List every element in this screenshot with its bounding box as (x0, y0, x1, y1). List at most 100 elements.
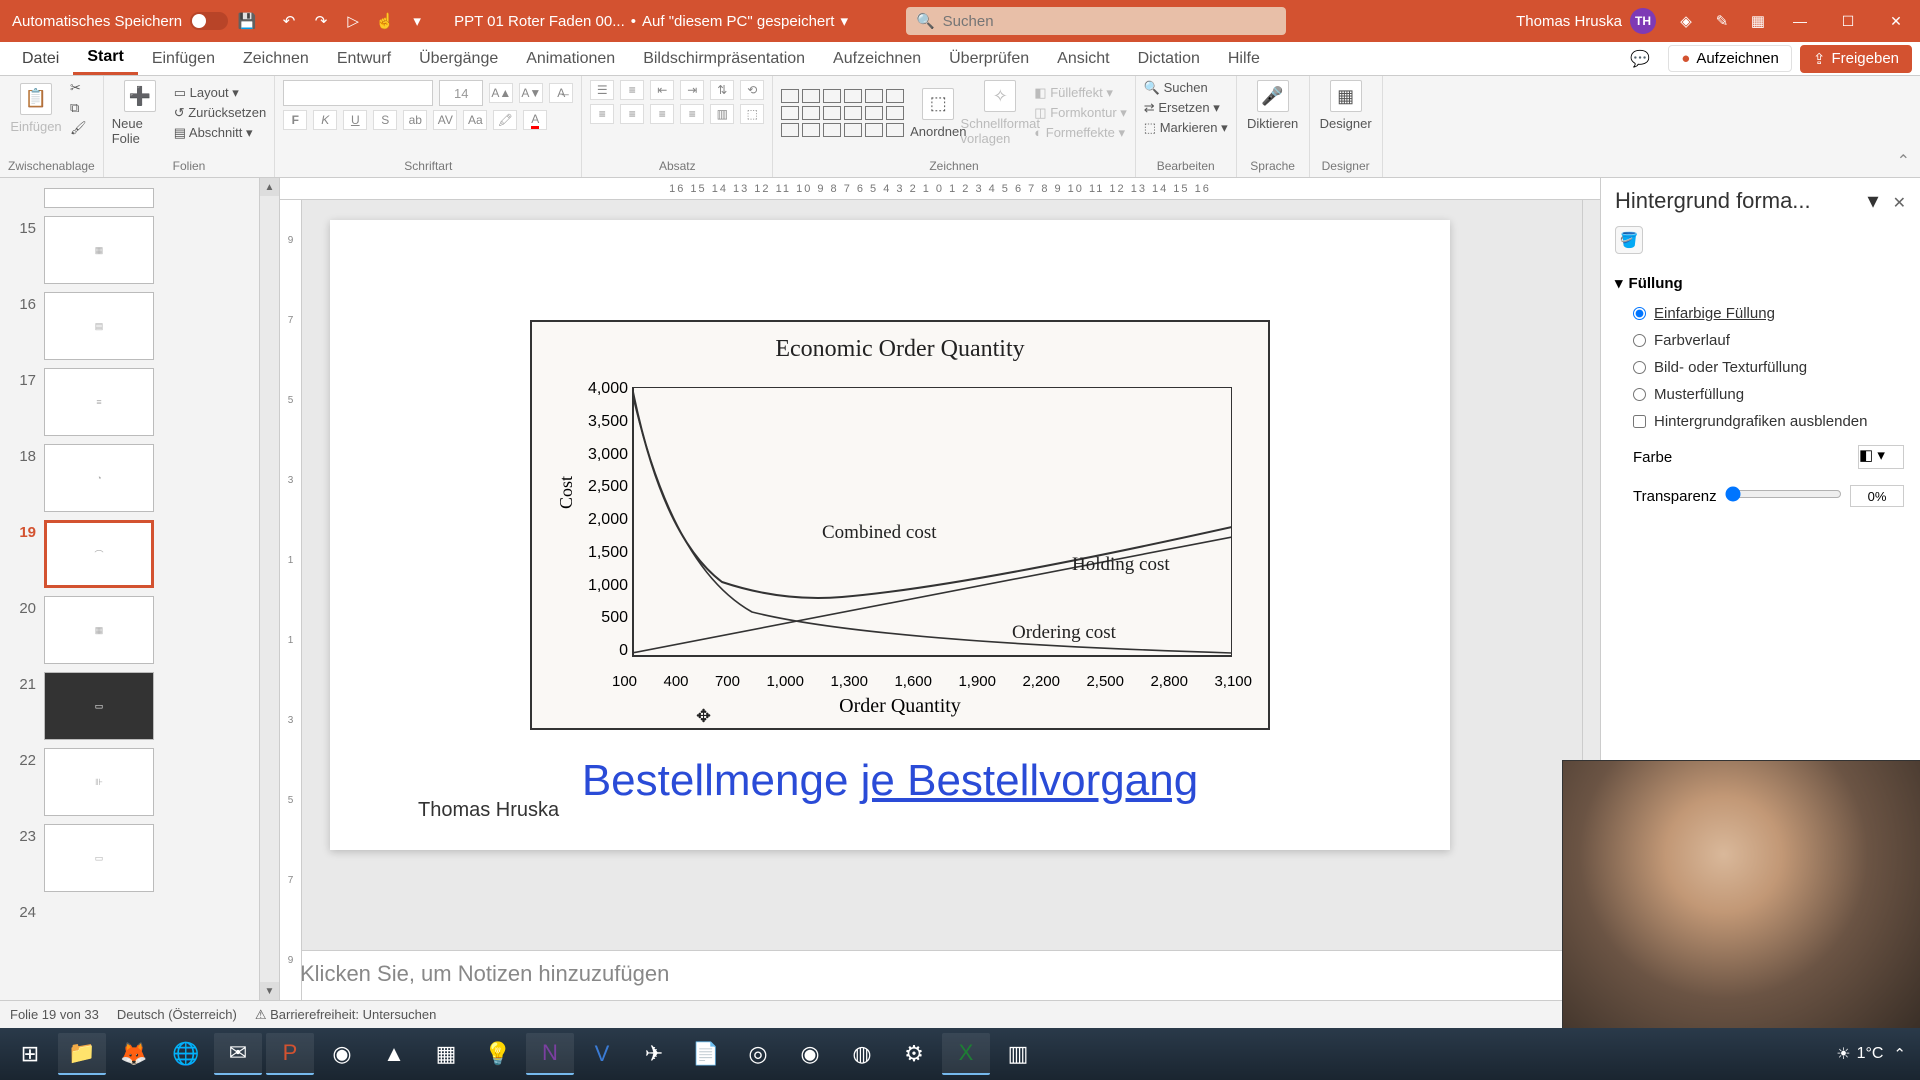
thumb-21[interactable]: 21▭ (0, 668, 279, 744)
accessibility-checker[interactable]: ⚠ Barrierefreiheit: Untersuchen (255, 1007, 436, 1023)
replace-button[interactable]: ⇄ Ersetzen ▾ (1144, 100, 1228, 116)
weather-widget[interactable]: ☀ 1°C (1836, 1044, 1883, 1064)
new-slide-button[interactable]: ➕Neue Folie (112, 80, 168, 146)
indent-inc-button[interactable]: ⇥ (680, 80, 704, 100)
record-button[interactable]: ●Aufzeichnen (1668, 45, 1792, 72)
taskbar-onenote[interactable]: N (526, 1033, 574, 1075)
pane-close-icon[interactable]: ✕ (1893, 195, 1906, 212)
dictate-button[interactable]: 🎤Diktieren (1245, 80, 1301, 131)
search-box[interactable]: 🔍 (906, 7, 1286, 35)
tab-animations[interactable]: Animationen (512, 44, 629, 74)
thumb-22[interactable]: 22⊪ (0, 744, 279, 820)
thumb-14-partial[interactable] (0, 184, 279, 212)
line-spacing-button[interactable]: ⇅ (710, 80, 734, 100)
shape-outline-button[interactable]: ◫ Formkontur ▾ (1034, 105, 1127, 121)
checkbox-hide-bg[interactable]: Hintergrundgrafiken ausblenden (1615, 408, 1906, 435)
autosave-toggle[interactable] (190, 12, 228, 30)
taskbar-app3[interactable]: ◉ (786, 1033, 834, 1075)
shape-effects-button[interactable]: ◐ Formeffekte ▾ (1034, 125, 1127, 141)
taskbar-telegram[interactable]: ✈ (630, 1033, 678, 1075)
align-center-button[interactable]: ≡ (620, 104, 644, 124)
minimize-button[interactable]: — (1776, 0, 1824, 42)
cut-icon[interactable]: ✂ (70, 80, 87, 96)
italic-button[interactable]: K (313, 110, 337, 130)
indent-dec-button[interactable]: ⇤ (650, 80, 674, 100)
taskbar-firefox[interactable]: 🦊 (110, 1033, 158, 1075)
search-input[interactable] (943, 13, 1276, 30)
thumb-24-partial[interactable]: 24 (0, 896, 279, 925)
touch-mode-icon[interactable]: ☝ (374, 10, 396, 32)
copy-icon[interactable]: ⧉ (70, 100, 87, 116)
scroll-up-icon[interactable]: ▲ (260, 178, 279, 196)
taskbar-outlook[interactable]: ✉ (214, 1033, 262, 1075)
taskbar-app4[interactable]: ◍ (838, 1033, 886, 1075)
shapes-gallery[interactable] (781, 89, 904, 137)
spacing-button[interactable]: AV (433, 110, 457, 130)
arrange-button[interactable]: ⬚Anordnen (910, 88, 966, 139)
smartart-button[interactable]: ⬚ (740, 104, 764, 124)
justify-button[interactable]: ≡ (680, 104, 704, 124)
taskbar-file-explorer[interactable]: 📁 (58, 1033, 106, 1075)
filename-area[interactable]: PPT 01 Roter Faden 00... • Auf "diesem P… (436, 12, 866, 30)
bullets-button[interactable]: ☰ (590, 80, 614, 100)
tab-slideshow[interactable]: Bildschirmpräsentation (629, 44, 819, 74)
highlight-button[interactable]: 🖍 (493, 110, 517, 130)
scroll-down-icon[interactable]: ▼ (260, 982, 279, 1000)
pane-collapse-icon[interactable]: ▾ (1868, 188, 1879, 213)
taskbar-app2[interactable]: 💡 (474, 1033, 522, 1075)
layout-button[interactable]: ▭ Layout ▾ (174, 85, 267, 101)
paste-button[interactable]: 📋Einfügen (8, 83, 64, 134)
undo-icon[interactable]: ↶ (278, 10, 300, 32)
thumb-17[interactable]: 17≡ (0, 364, 279, 440)
select-button[interactable]: ⬚ Markieren ▾ (1144, 120, 1228, 136)
radio-picture-fill[interactable]: Bild- oder Texturfüllung (1615, 354, 1906, 381)
tab-help[interactable]: Hilfe (1214, 44, 1274, 74)
taskbar-chrome[interactable]: 🌐 (162, 1033, 210, 1075)
qat-dropdown-icon[interactable]: ▾ (406, 10, 428, 32)
save-icon[interactable]: 💾 (236, 10, 258, 32)
text-direction-button[interactable]: ⟲ (740, 80, 764, 100)
tab-record[interactable]: Aufzeichnen (819, 44, 935, 74)
slide-author[interactable]: Thomas Hruska (418, 799, 559, 822)
taskbar-snagit[interactable]: ◉ (318, 1033, 366, 1075)
slide[interactable]: Economic Order Quantity Cost 4,0003,5003… (330, 220, 1450, 850)
eoq-chart[interactable]: Economic Order Quantity Cost 4,0003,5003… (530, 320, 1270, 730)
taskbar-visio[interactable]: V (578, 1033, 626, 1075)
start-from-beginning-icon[interactable]: ▷ (342, 10, 364, 32)
redo-icon[interactable]: ↷ (310, 10, 332, 32)
slide-counter[interactable]: Folie 19 von 33 (10, 1007, 99, 1022)
pen-icon[interactable]: ✎ (1704, 0, 1740, 42)
clear-format-icon[interactable]: A̶ (549, 83, 573, 103)
tab-start[interactable]: Start (73, 42, 137, 75)
font-family-box[interactable] (283, 80, 433, 106)
thumb-23[interactable]: 23▭ (0, 820, 279, 896)
thumbnail-scrollbar[interactable]: ▲ ▼ (259, 178, 279, 1000)
user-account[interactable]: Thomas Hruska TH (1504, 8, 1668, 34)
section-fill[interactable]: ▾Füllung (1615, 266, 1906, 300)
canvas[interactable]: Economic Order Quantity Cost 4,0003,5003… (280, 200, 1600, 950)
tab-insert[interactable]: Einfügen (138, 44, 229, 74)
thumb-16[interactable]: 16▤ (0, 288, 279, 364)
underline-button[interactable]: U (343, 110, 367, 130)
tab-transitions[interactable]: Übergänge (405, 44, 512, 74)
font-color-button[interactable]: A (523, 110, 547, 130)
radio-solid-fill[interactable]: Einfarbige Füllung (1615, 300, 1906, 327)
calendar-icon[interactable]: ▦ (1740, 0, 1776, 42)
taskbar-app1[interactable]: ▦ (422, 1033, 470, 1075)
align-left-button[interactable]: ≡ (590, 104, 614, 124)
bold-button[interactable]: F (283, 110, 307, 130)
shrink-font-icon[interactable]: A▼ (519, 83, 543, 103)
language-indicator[interactable]: Deutsch (Österreich) (117, 1007, 237, 1022)
tab-draw[interactable]: Zeichnen (229, 44, 323, 74)
color-picker-button[interactable]: ◧ ▾ (1858, 445, 1904, 469)
system-tray[interactable]: ☀ 1°C ⌃ (1836, 1044, 1914, 1064)
shape-fill-button[interactable]: ◧ Fülleffekt ▾ (1034, 85, 1127, 101)
close-button[interactable]: ✕ (1872, 0, 1920, 42)
thumb-19[interactable]: 19⌒ (0, 516, 279, 592)
tray-chevron-icon[interactable]: ⌃ (1893, 1045, 1906, 1063)
thumb-20[interactable]: 20▦ (0, 592, 279, 668)
taskbar-app5[interactable]: ▥ (994, 1033, 1042, 1075)
shadow-button[interactable]: ab (403, 110, 427, 130)
radio-pattern-fill[interactable]: Musterfüllung (1615, 381, 1906, 408)
designer-button[interactable]: ▦Designer (1318, 80, 1374, 131)
